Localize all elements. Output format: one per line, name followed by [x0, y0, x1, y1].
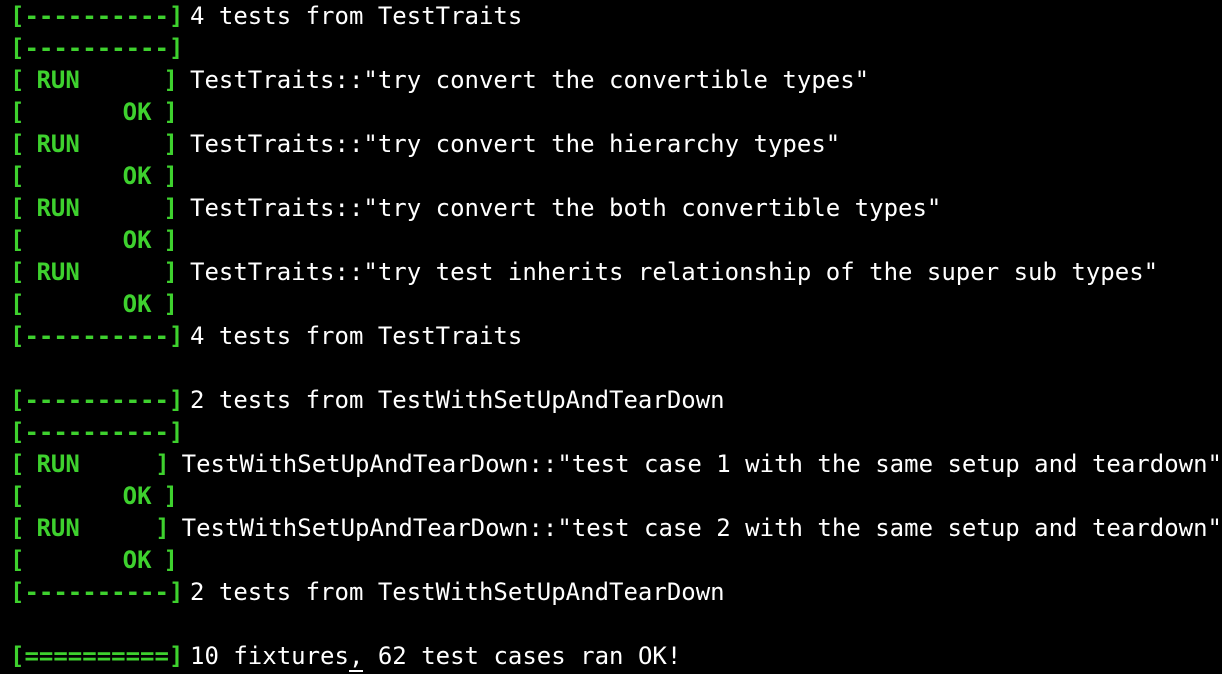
ok-label: OK	[122, 98, 152, 126]
bracket-open: [	[10, 290, 25, 318]
bracket-open: [	[10, 162, 25, 190]
separator-tag: [----------]	[10, 578, 184, 606]
bracket-close: ]	[163, 258, 178, 286]
line-text: TestWithSetUpAndTearDown::"test case 1 w…	[181, 450, 1222, 478]
output-line: [ OK ]	[10, 480, 1222, 512]
separator-tag: [----------]	[10, 386, 184, 414]
ok-label: OK	[122, 482, 152, 510]
line-text: 2 tests from TestWithSetUpAndTearDown	[190, 578, 725, 606]
output-line: [ OK ]	[10, 224, 1222, 256]
line-text: TestWithSetUpAndTearDown::"test case 2 w…	[181, 514, 1222, 542]
bracket-close: ]	[163, 130, 178, 158]
line-text: TestTraits::"try convert the convertible…	[190, 66, 870, 94]
separator-tag: [----------]	[10, 2, 184, 30]
output-line: [----------]	[10, 32, 1222, 64]
run-label: RUN	[36, 194, 80, 222]
output-line: [----------] 4 tests from TestTraits	[10, 0, 1222, 32]
ok-tag: [ OK ]	[10, 544, 178, 576]
bracket-close: ]	[163, 194, 178, 222]
bracket-open: [	[10, 450, 25, 478]
run-label: RUN	[36, 514, 80, 542]
line-text: TestTraits::"try test inherits relations…	[190, 258, 1159, 286]
summary-cases: 62 test cases ran OK!	[363, 642, 682, 670]
line-text: TestTraits::"try convert the both conver…	[190, 194, 942, 222]
run-label: RUN	[36, 130, 80, 158]
summary-fixtures: 10 fixtures	[190, 642, 349, 670]
run-tag: [ RUN ]	[10, 448, 170, 480]
output-line: [----------] 2 tests from TestWithSetUpA…	[10, 576, 1222, 608]
ok-label: OK	[122, 162, 152, 190]
ok-tag: [ OK ]	[10, 288, 178, 320]
output-line: [ RUN ] TestTraits::"try convert the hie…	[10, 128, 1222, 160]
output-line: [ OK ]	[10, 288, 1222, 320]
output-line: [ OK ]	[10, 160, 1222, 192]
bracket-close: ]	[163, 98, 178, 126]
separator-tag: [----------]	[10, 418, 184, 446]
run-tag: [ RUN ]	[10, 64, 178, 96]
bracket-close: ]	[163, 226, 178, 254]
output-line: [ RUN ] TestTraits::"try test inherits r…	[10, 256, 1222, 288]
ok-label: OK	[122, 290, 152, 318]
ok-tag: [ OK ]	[10, 480, 178, 512]
bracket-close: ]	[155, 514, 170, 542]
output-line: [ RUN ] TestWithSetUpAndTearDown::"test …	[10, 512, 1222, 544]
bracket-close: ]	[163, 66, 178, 94]
run-label: RUN	[36, 450, 80, 478]
bracket-close: ]	[163, 290, 178, 318]
output-line: [ OK ]	[10, 544, 1222, 576]
bracket-open: [	[10, 258, 25, 286]
separator-tag: [----------]	[10, 322, 184, 350]
bracket-close: ]	[155, 450, 170, 478]
output-line: [----------] 4 tests from TestTraits	[10, 320, 1222, 352]
run-tag: [ RUN ]	[10, 256, 178, 288]
bracket-open: [	[10, 66, 25, 94]
bracket-open: [	[10, 194, 25, 222]
output-line: [ RUN ] TestWithSetUpAndTearDown::"test …	[10, 448, 1222, 480]
ok-label: OK	[122, 226, 152, 254]
run-tag: [ RUN ]	[10, 192, 178, 224]
ok-label: OK	[122, 546, 152, 574]
run-tag: [ RUN ]	[10, 128, 178, 160]
bracket-open: [	[10, 226, 25, 254]
ok-tag: [ OK ]	[10, 160, 178, 192]
bracket-close: ]	[163, 482, 178, 510]
output-line: [----------]	[10, 416, 1222, 448]
run-label: RUN	[36, 66, 80, 94]
bracket-open: [	[10, 130, 25, 158]
output-line: [ RUN ] TestTraits::"try convert the con…	[10, 64, 1222, 96]
summary-text: 10 fixtures, 62 test cases ran OK!	[190, 640, 681, 672]
output-line: [==========] 10 fixtures, 62 test cases …	[10, 640, 1222, 672]
line-text: TestTraits::"try convert the hierarchy t…	[190, 130, 841, 158]
line-text: 4 tests from TestTraits	[190, 2, 523, 30]
ok-tag: [ OK ]	[10, 96, 178, 128]
bracket-open: [	[10, 98, 25, 126]
output-line: [ OK ]	[10, 96, 1222, 128]
run-tag: [ RUN ]	[10, 512, 170, 544]
output-line: [ RUN ] TestTraits::"try convert the bot…	[10, 192, 1222, 224]
bracket-close: ]	[163, 546, 178, 574]
line-text: 2 tests from TestWithSetUpAndTearDown	[190, 386, 725, 414]
bracket-open: [	[10, 546, 25, 574]
run-label: RUN	[36, 258, 80, 286]
bracket-open: [	[10, 482, 25, 510]
pass-tag: [==========]	[10, 642, 184, 670]
cursor-marker: ,	[348, 642, 364, 672]
bracket-open: [	[10, 514, 25, 542]
bracket-close: ]	[163, 162, 178, 190]
ok-tag: [ OK ]	[10, 224, 178, 256]
separator-tag: [----------]	[10, 34, 184, 62]
output-line: [----------] 2 tests from TestWithSetUpA…	[10, 384, 1222, 416]
terminal-window: [----------] 4 tests from TestTraits [--…	[0, 0, 1222, 674]
line-text: 4 tests from TestTraits	[190, 322, 523, 350]
